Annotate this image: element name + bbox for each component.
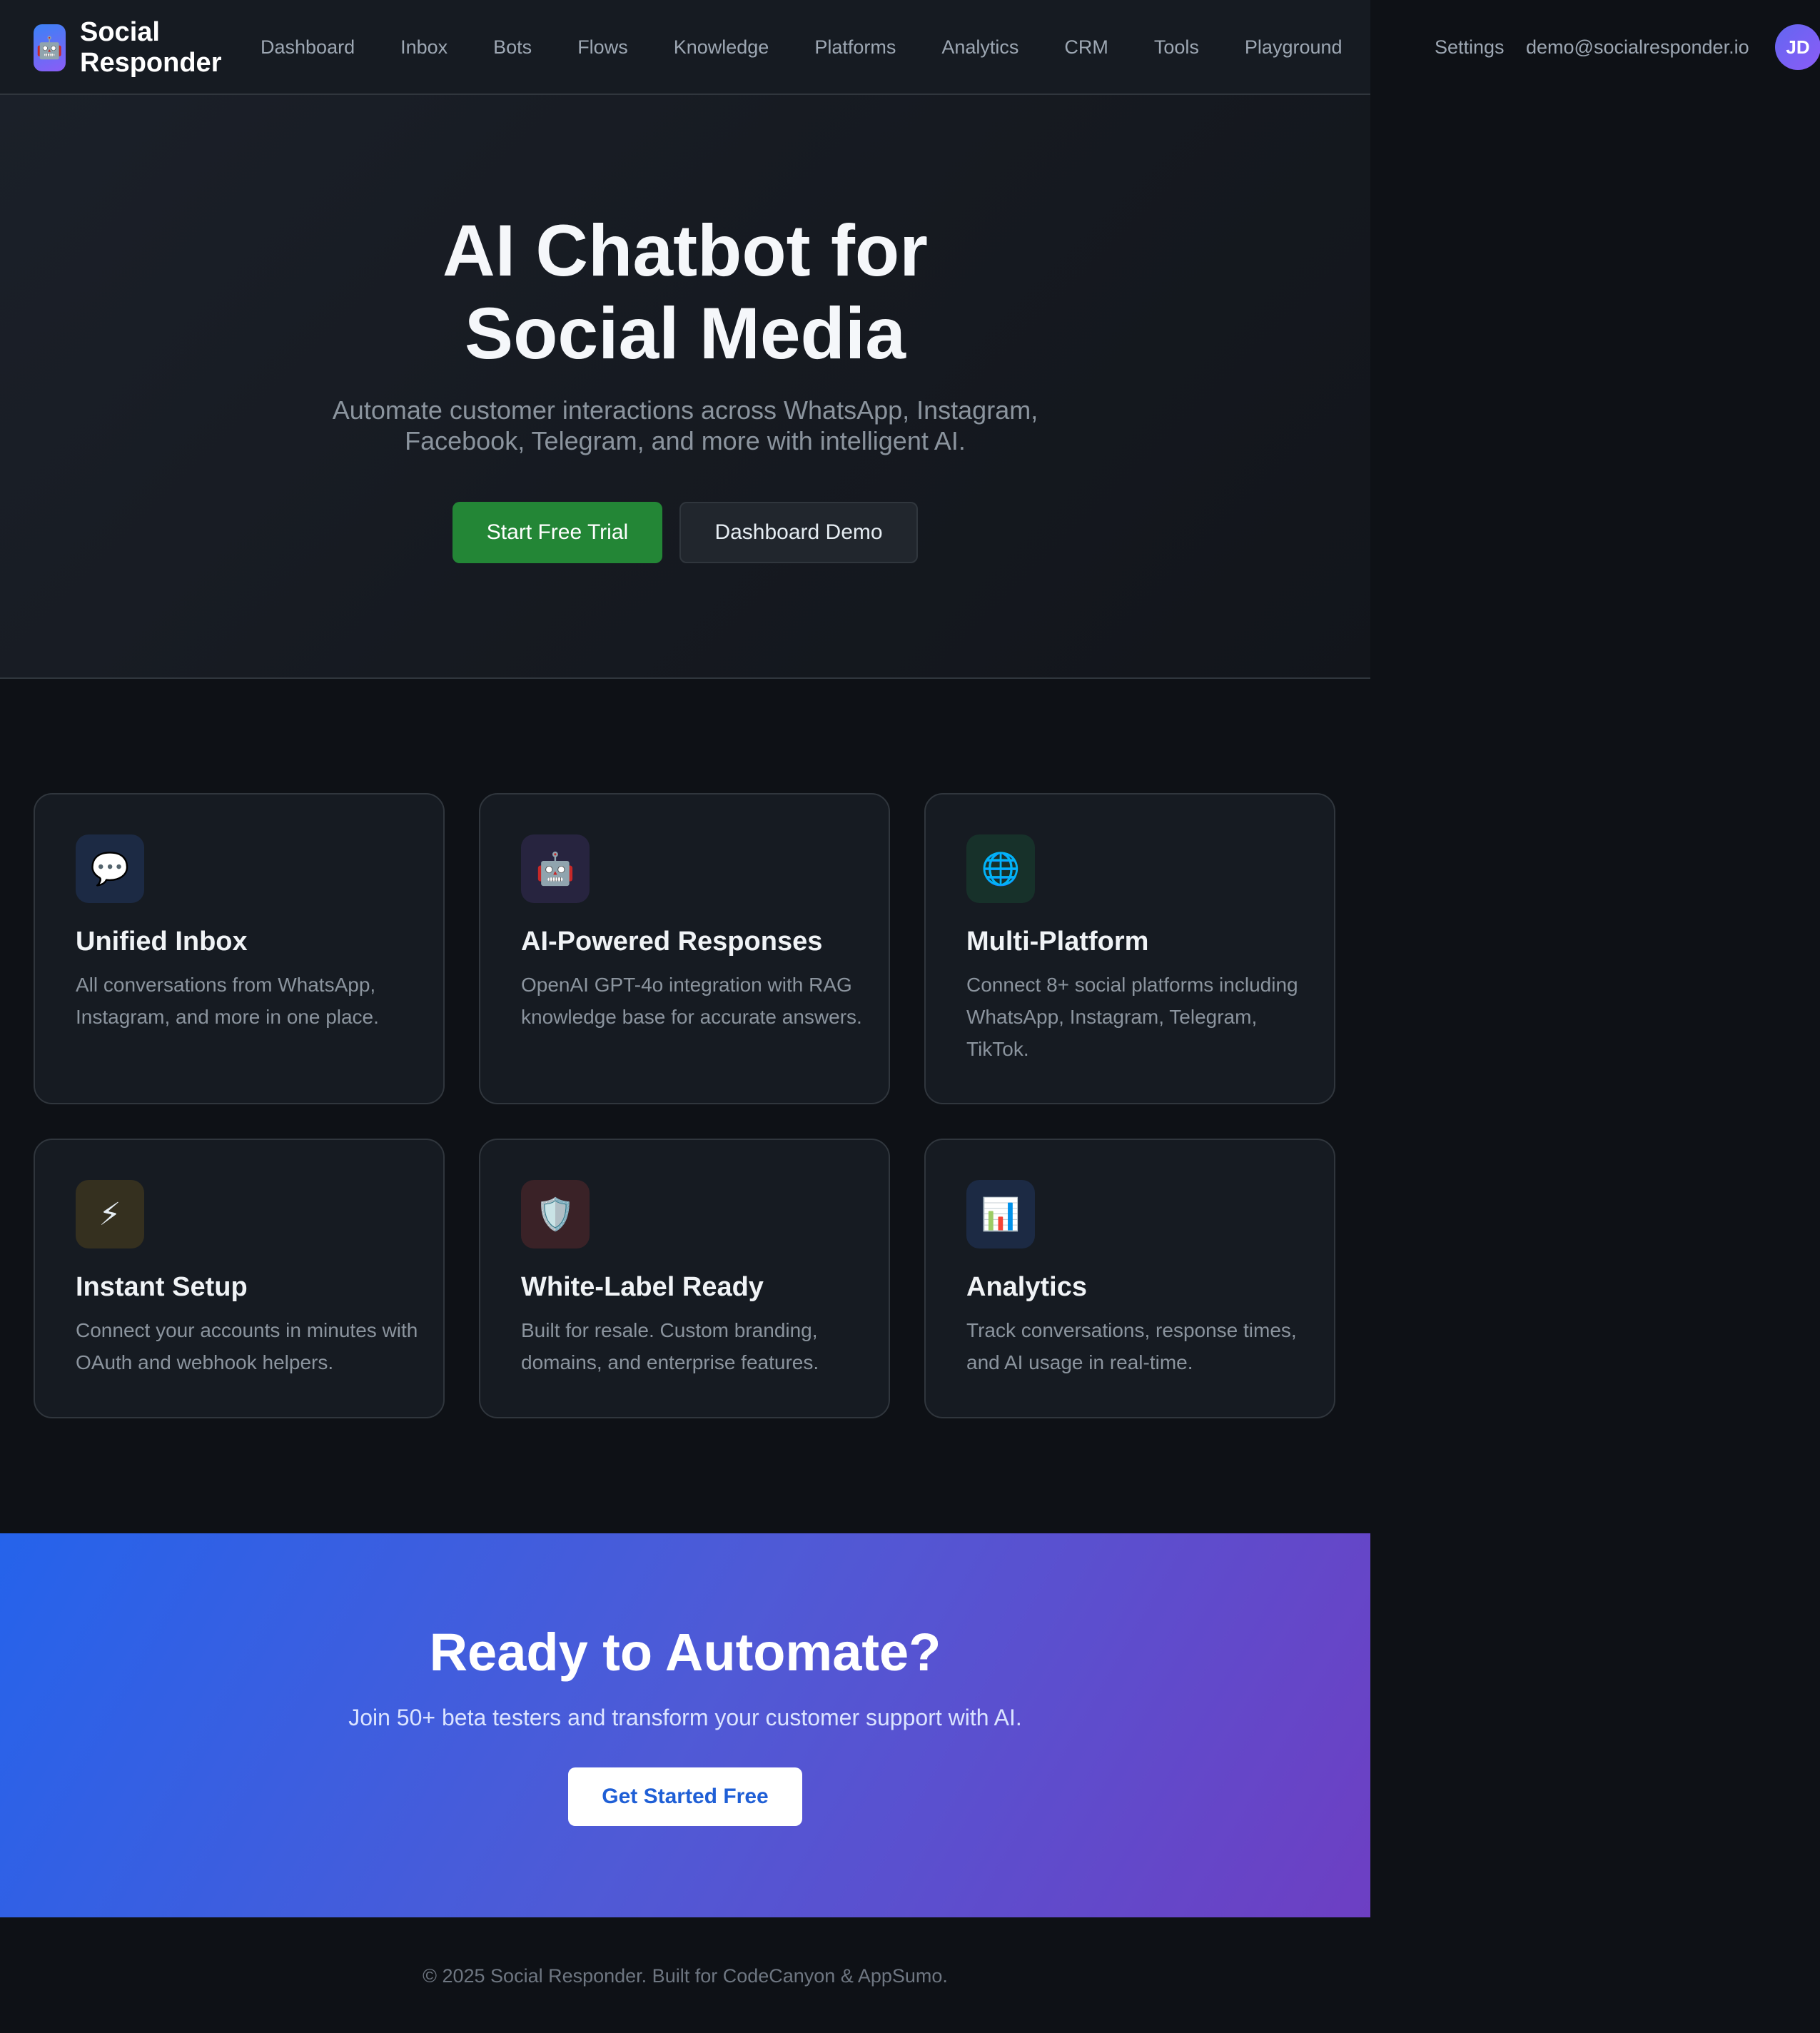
hero-title-line1: AI Chatbot for: [443, 210, 928, 291]
shield-icon: 🛡️: [521, 1180, 590, 1248]
feature-card-unified-inbox: 💬 Unified Inbox All conversations from W…: [34, 793, 445, 1104]
hero-subtitle: Automate customer interactions across Wh…: [332, 395, 1038, 455]
nav-playground[interactable]: Playground: [1245, 36, 1343, 59]
cta-section: Ready to Automate? Join 50+ beta testers…: [0, 1533, 1370, 1917]
nav-tools[interactable]: Tools: [1154, 36, 1199, 59]
feature-description: Track conversations, response times, and…: [966, 1319, 1297, 1373]
nav-dashboard[interactable]: Dashboard: [261, 36, 355, 59]
nav-knowledge[interactable]: Knowledge: [674, 36, 769, 59]
feature-title: Instant Setup: [76, 1272, 248, 1302]
feature-card-ai-powered-responses: 🤖 AI-Powered Responses OpenAI GPT-4o int…: [479, 793, 890, 1104]
nav-flows[interactable]: Flows: [577, 36, 628, 59]
main-content: 🤖 Social Responder Dashboard Inbox Bots …: [0, 0, 1370, 2033]
feature-title: AI-Powered Responses: [521, 927, 823, 957]
feature-description: Built for resale. Custom branding, domai…: [521, 1319, 819, 1373]
lightning-icon: ⚡: [76, 1180, 144, 1248]
footer-copyright: © 2025 Social Responder. Built for CodeC…: [423, 1965, 948, 1987]
user-email: demo@socialresponder.io: [1526, 36, 1749, 58]
footer: © 2025 Social Responder. Built for CodeC…: [0, 1917, 1370, 2033]
feature-title: Unified Inbox: [76, 927, 248, 957]
nav-settings[interactable]: Settings: [1435, 36, 1505, 59]
hero-title-line2: Social Media: [465, 293, 906, 374]
feature-card-multi-platform: 🌐 Multi-Platform Connect 8+ social platf…: [924, 793, 1335, 1104]
feature-description: OpenAI GPT-4o integration with RAG knowl…: [521, 974, 862, 1028]
main-nav: Dashboard Inbox Bots Flows Knowledge Pla…: [261, 0, 1343, 95]
get-started-free-button[interactable]: Get Started Free: [568, 1767, 802, 1826]
brand-name: Social Responder: [80, 17, 222, 78]
bar-chart-icon: 📊: [966, 1180, 1035, 1248]
feature-title: Multi-Platform: [966, 927, 1149, 957]
user-area: Settings demo@socialresponder.io JD: [1417, 0, 1820, 95]
speech-bubble-icon: 💬: [76, 834, 144, 903]
feature-title: White-Label Ready: [521, 1272, 764, 1302]
feature-description: Connect your accounts in minutes with OA…: [76, 1319, 418, 1373]
feature-description: Connect 8+ social platforms including Wh…: [966, 974, 1298, 1060]
hero-section: AI Chatbot for Social Media Automate cus…: [0, 95, 1370, 679]
feature-title: Analytics: [966, 1272, 1087, 1302]
page: 🤖 Social Responder Dashboard Inbox Bots …: [0, 0, 1820, 2033]
cta-subtitle: Join 50+ beta testers and transform your…: [348, 1705, 1022, 1730]
nav-crm[interactable]: CRM: [1064, 36, 1108, 59]
feature-card-white-label-ready: 🛡️ White-Label Ready Built for resale. C…: [479, 1139, 890, 1418]
brand[interactable]: 🤖 Social Responder: [34, 16, 237, 80]
globe-icon: 🌐: [966, 834, 1035, 903]
nav-platforms[interactable]: Platforms: [814, 36, 896, 59]
feature-card-instant-setup: ⚡ Instant Setup Connect your accounts in…: [34, 1139, 445, 1418]
nav-analytics[interactable]: Analytics: [941, 36, 1018, 59]
feature-card-analytics: 📊 Analytics Track conversations, respons…: [924, 1139, 1335, 1418]
start-free-trial-button[interactable]: Start Free Trial: [453, 502, 662, 563]
feature-description: All conversations from WhatsApp, Instagr…: [76, 974, 379, 1028]
cta-title: Ready to Automate?: [429, 1623, 941, 1682]
nav-inbox[interactable]: Inbox: [400, 36, 448, 59]
top-navbar: 🤖 Social Responder Dashboard Inbox Bots …: [0, 0, 1370, 95]
hero-title: AI Chatbot for Social Media: [0, 209, 1370, 375]
dashboard-demo-button[interactable]: Dashboard Demo: [679, 502, 918, 563]
nav-bots[interactable]: Bots: [493, 36, 532, 59]
robot-logo-icon: 🤖: [34, 24, 66, 71]
user-avatar[interactable]: JD: [1775, 24, 1820, 70]
robot-icon: 🤖: [521, 834, 590, 903]
hero-buttons: Start Free Trial Dashboard Demo: [0, 502, 1370, 563]
